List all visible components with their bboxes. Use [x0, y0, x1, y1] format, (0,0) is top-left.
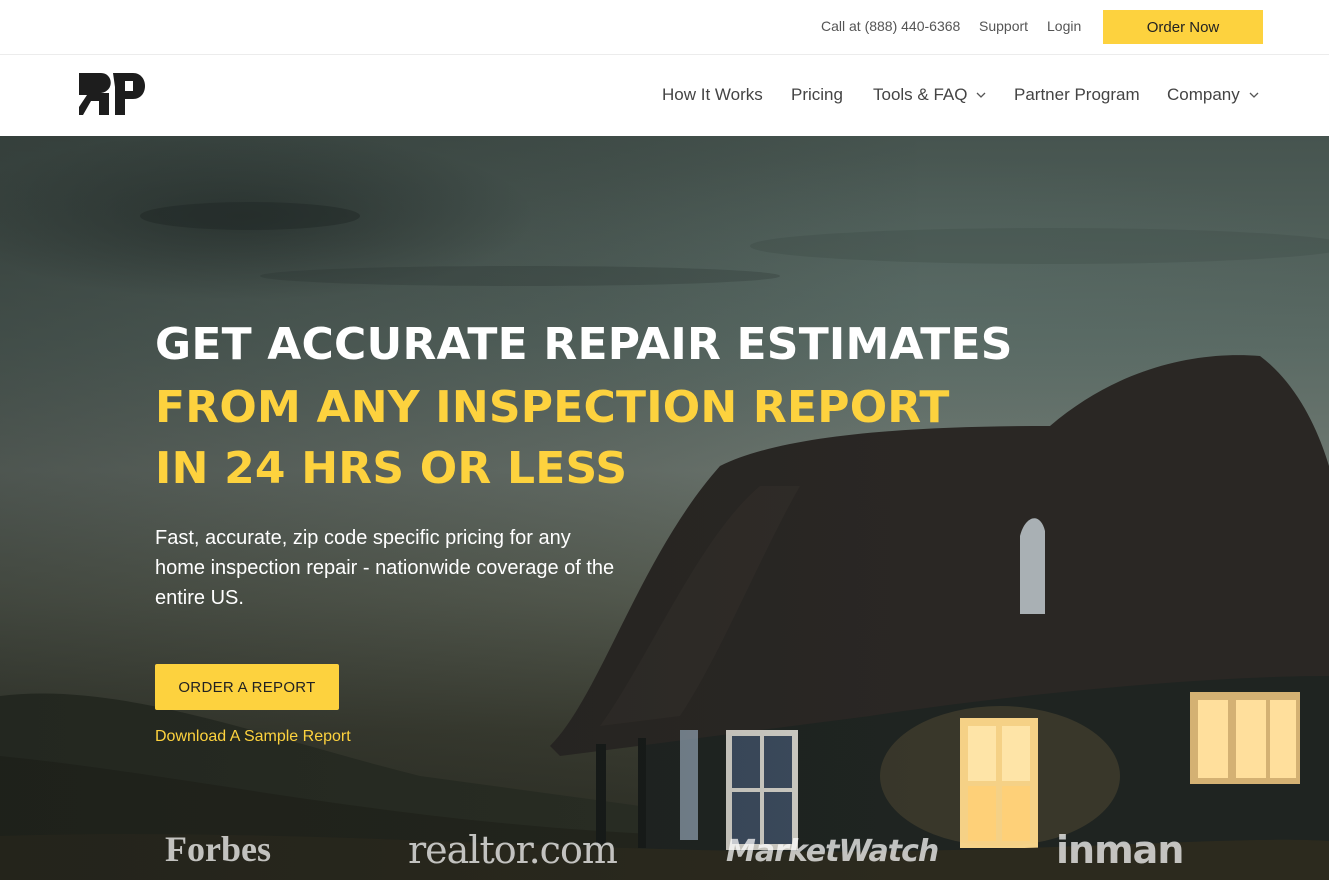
chevron-down-icon — [977, 92, 986, 98]
main-navigation: How It Works Pricing Tools & FAQ Partner… — [0, 55, 1329, 136]
chevron-down-icon — [1249, 92, 1259, 98]
nav-item-label: Tools & FAQ — [873, 85, 968, 104]
nav-item-label: Company — [1167, 85, 1240, 104]
order-report-button[interactable]: ORDER A REPORT — [155, 664, 339, 710]
order-now-button[interactable]: Order Now — [1103, 10, 1263, 44]
rp-logo-icon[interactable] — [79, 73, 147, 117]
hero-headline-line3: IN 24 HRS OR LESS — [155, 443, 628, 494]
nav-item-label: Pricing — [791, 85, 843, 104]
hero-section: GET ACCURATE REPAIR ESTIMATES FROM ANY I… — [0, 136, 1329, 880]
hero-overlay — [0, 136, 1329, 880]
nav-tools-faq[interactable]: Tools & FAQ — [873, 85, 986, 105]
press-logo-realtor: realtor.com — [408, 828, 618, 872]
press-logo-inman: inman — [1056, 828, 1184, 872]
hero-subtext: Fast, accurate, zip code specific pricin… — [155, 527, 615, 609]
top-utility-bar: Call at (888) 440-6368 Support Login Ord… — [0, 0, 1329, 55]
nav-pricing[interactable]: Pricing — [791, 85, 843, 105]
phone-link[interactable]: Call at (888) 440-6368 — [821, 18, 960, 34]
nav-item-label: Partner Program — [1014, 85, 1140, 104]
hero-headline-line2: FROM ANY INSPECTION REPORT — [155, 382, 950, 433]
nav-company[interactable]: Company — [1167, 85, 1259, 105]
press-logo-forbes: Forbes — [165, 829, 271, 869]
nav-partner-program[interactable]: Partner Program — [1014, 85, 1140, 105]
nav-how-it-works[interactable]: How It Works — [662, 85, 763, 105]
nav-item-label: How It Works — [662, 85, 763, 104]
download-sample-report-link[interactable]: Download A Sample Report — [155, 728, 351, 746]
support-link[interactable]: Support — [979, 18, 1028, 34]
login-link[interactable]: Login — [1047, 18, 1081, 34]
press-logo-marketwatch: MarketWatch — [726, 834, 939, 869]
hero-headline-line1: GET ACCURATE REPAIR ESTIMATES — [155, 319, 1013, 370]
